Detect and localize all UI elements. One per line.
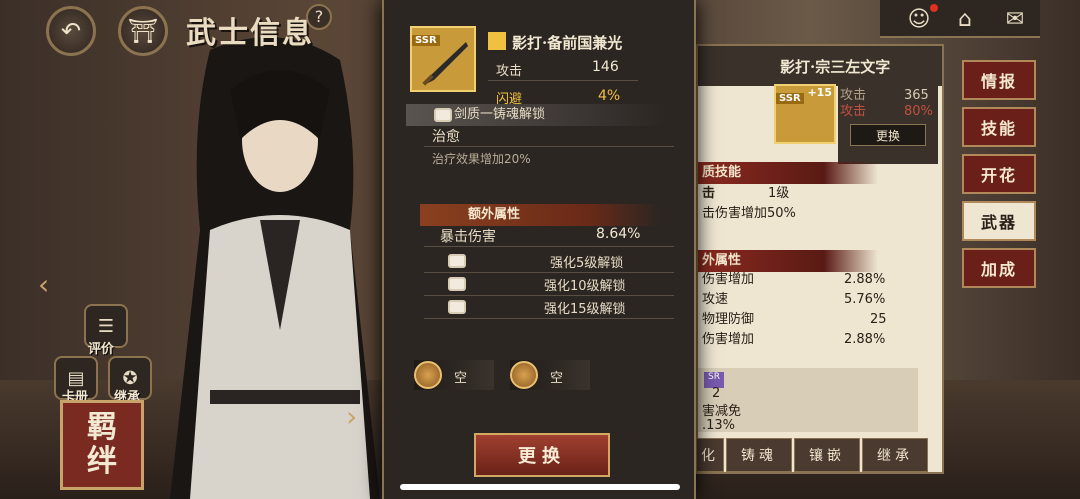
current-skill-name: 击 [702,186,716,201]
back-button[interactable]: ↶ [46,6,96,56]
change-weapon-button[interactable]: 更换 [474,433,610,477]
current-extra-label-1: 伤害增加 [702,272,755,287]
current-extra-value-4: 2.88% [844,332,886,347]
notification-dot [930,4,938,12]
extra-divider [424,246,674,247]
current-extra-value-1: 2.88% [844,272,886,287]
socket-gem-icon-2 [510,361,538,389]
current-skill-section: 质技能 [698,162,878,184]
current-skill-desc: 击伤害增加50% [702,206,796,221]
torii-gate-icon: ⛩ [127,17,159,45]
stat-value-evade: 4% [598,88,621,104]
tab-bonus[interactable]: 加成 [962,248,1036,288]
extra-attributes-header: 额外属性 [420,204,660,226]
help-button[interactable]: ? [306,4,332,30]
skill-divider [424,146,674,147]
current-extra-label-3: 物理防御 [702,312,755,327]
bottom-tab-inlay[interactable]: 镶嵌 [794,438,860,472]
current-extra-label-2: 攻速 [702,292,729,307]
tab-bloom[interactable]: 开花 [962,154,1036,194]
current-badge-value: .13% [702,418,736,433]
sword-icon [422,42,468,86]
locked-slot-icon-3 [448,300,466,314]
current-skill-level: 1级 [768,186,790,201]
locked-slot-text-2: 强化10级解锁 [544,279,626,294]
tab-weapon[interactable]: 武器 [962,201,1036,241]
current-extra-value-3: 25 [870,312,887,327]
current-weapon-name: 影打·宗三左文字 [780,58,891,76]
mail-icon[interactable]: ✉ [1000,4,1030,34]
next-arrow-icon[interactable]: › [346,400,357,433]
current-extra-label-4: 伤害增加 [702,332,755,347]
character-illustration [170,37,380,499]
locked-divider-3 [424,318,674,319]
rarity-badge: SSR [776,93,804,104]
bond-char-2: 绊 [87,444,117,479]
review-label: 评价 [88,342,115,357]
back-arrow-icon: ↶ [60,17,82,45]
extra-stat-label: 暴击伤害 [440,229,496,245]
bond-char-1: 羁 [87,410,117,445]
current-extra-section: 外属性 [698,250,878,272]
current-stat-value-2: 80% [904,104,933,119]
weapon-name: 影打·备前国兼光 [512,34,623,52]
tab-info[interactable]: 情报 [962,60,1036,100]
socket-label-2: 空 [550,371,564,386]
bottom-tab-forge[interactable]: 铸魂 [726,438,792,472]
home-indicator [400,484,680,490]
skill-description: 治疗效果增加20% [432,152,531,166]
lock-icon [434,108,452,122]
bond-button[interactable]: 羁 绊 [60,400,144,490]
bottom-tab-inherit[interactable]: 继承 [862,438,928,472]
locked-slot-text-3: 强化15级解锁 [544,302,626,317]
socket-gem-icon-1 [414,361,442,389]
home-icon[interactable]: ⌂ [950,4,980,34]
current-change-button[interactable]: 更换 [850,124,926,146]
locked-slot-icon-2 [448,277,466,291]
tab-skills[interactable]: 技能 [962,107,1036,147]
locked-divider-2 [424,295,674,296]
current-extra-value-2: 5.76% [844,292,886,307]
locked-divider-1 [424,272,674,273]
current-weapon-image: SSR +15 [774,84,836,144]
stat-label-attack: 攻击 [496,64,523,79]
page-title: 武士信息 [186,16,314,51]
torii-gate-button[interactable]: ⛩ [118,6,168,56]
weapon-detail-popup: SSR 影打·备前国兼光 攻击 146 闪避 4% 剑质一铸魂解锁 治愈 治疗效… [382,0,696,499]
stat-divider [488,80,638,81]
current-weapon-panel: 影打·宗三左文字 SSR +15 攻击 365 攻击 80% 更换 质技能 击 … [696,44,944,474]
weapon-type-icon [488,32,506,50]
prev-arrow-icon[interactable]: ‹ [38,268,49,301]
socket-label-1: 空 [454,371,468,386]
locked-slot-text-1: 强化5级解锁 [550,256,624,271]
current-stat-label-2: 攻击 [840,104,867,119]
weapon-image: SSR [410,26,476,92]
skill-name: 治愈 [432,129,460,145]
weapon-level: +15 [807,86,832,99]
review-icon: ☰ [97,315,115,337]
stat-value-attack: 146 [592,59,619,75]
current-badge-count: 2 [712,386,721,401]
locked-slot-icon-1 [448,254,466,268]
bottom-tab-enhance[interactable]: 化 [696,438,724,472]
extra-stat-value: 8.64% [596,226,641,242]
